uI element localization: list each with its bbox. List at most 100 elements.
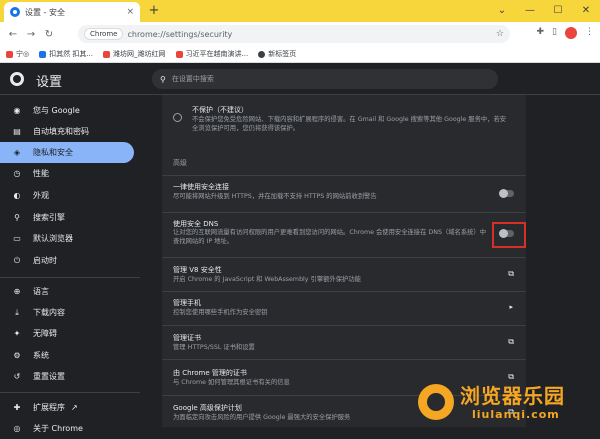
no-protection-desc: 不会保护您免受危险网站、下载内容和扩展程序的侵害。在 Gmail 和 Googl… [192,116,507,132]
sidebar-item-autofill[interactable]: ▤ 自动填充和密码 [0,121,134,142]
globe-icon [258,50,266,58]
clipboard-icon: ▤ [13,126,21,136]
sidebar-item-about[interactable]: ◎ 关于 Chrome [0,418,134,439]
back-arrow-icon[interactable]: ← [4,29,22,40]
row-title: Google 高级保护计划 [173,404,242,412]
sidebar-item-downloads[interactable]: ⤓ 下载内容 [0,302,134,323]
minimize-button[interactable]: — [516,0,544,22]
external-link-icon[interactable]: ⧉ [508,337,514,347]
security-settings-panel: 不保护（不建议） 不会保护您免受危险网站、下载内容和扩展程序的侵害。在 Gmai… [162,95,526,427]
https-toggle[interactable] [499,189,514,198]
row-desc: 让对您的互联网流量有访问权限的用户更难看到您访问的网站。Chrome 会使用安全… [173,229,487,245]
highlight-box [492,222,526,248]
bookmark-favicon-icon [6,50,13,58]
reset-icon: ↺ [13,371,21,381]
tab-title: 设置 - 安全 [25,7,65,17]
extensions-icon[interactable]: ✚ [537,27,545,39]
maximize-button[interactable]: ☐ [544,0,572,22]
page-title: 设置 [36,75,63,90]
advanced-section-label: 高级 [173,159,187,167]
sidebar-item-extensions[interactable]: ✚ 扩展程序 ↗ [0,397,134,418]
bookmark-star-icon[interactable]: ☆ [496,29,504,39]
globe-icon: ⊕ [13,286,21,296]
external-link-icon[interactable]: ⧉ [508,269,514,279]
toolbar-icons: ✚ ▯ ⋮ [537,27,594,39]
tab-settings-security[interactable]: 设置 - 安全 × [4,2,140,22]
profile-avatar[interactable] [565,27,577,39]
sidebar-item-privacy-security[interactable]: ◈ 隐私和安全 [0,142,134,163]
secure-dns-row[interactable]: 使用安全 DNS 让对您的互联网流量有访问权限的用户更难看到您访问的网站。Chr… [162,212,526,256]
palette-icon: ◐ [13,190,21,200]
row-desc: 管理 HTTPS/SSL 证书和设置 [173,344,255,351]
bookmark-favicon-icon [103,50,111,58]
bookmarks-bar: 宁◎ 扣其然 扣其... 潍坊网_潍坊红网 习近平在越南演讲... 新标签页 [0,46,600,63]
search-placeholder: 在设置中搜索 [171,75,214,83]
watermark-text: 浏览器乐园 [460,384,565,408]
bookmark-item[interactable]: 习近平在越南演讲... [175,49,248,59]
bookmark-item[interactable]: 宁◎ [6,49,29,59]
sidebar-item-reset[interactable]: ↺ 重置设置 [0,366,134,387]
row-desc: 开启 Chrome 的 JavaScript 和 WebAssembly 引擎额… [173,276,361,283]
search-icon: ⚲ [160,74,166,84]
forward-arrow-icon[interactable]: → [22,29,40,40]
search-icon: ⚲ [14,212,20,222]
bookmark-item[interactable]: 新标签页 [258,49,296,59]
sidebar-item-languages[interactable]: ⊕ 语言 [0,281,134,302]
watermark-url: liulanqi.com [472,408,560,421]
tab-search-icon[interactable]: ⌄ [488,0,516,22]
v8-security-row[interactable]: 管理 V8 安全性 开启 Chrome 的 JavaScript 和 WebAs… [162,257,526,291]
window-controls: ⌄ — ☐ ✕ [488,0,600,22]
tab-close-icon[interactable]: × [126,7,134,17]
browser-icon: ▭ [13,233,21,243]
settings-gear-icon [10,7,20,17]
row-title: 管理证书 [173,334,201,342]
menu-kebab-icon[interactable]: ⋮ [585,27,594,39]
side-panel-icon[interactable]: ▯ [552,27,557,39]
bookmark-item[interactable]: 扣其然 扣其... [39,49,93,59]
power-icon: ⏻ [13,255,21,265]
manage-phones-row[interactable]: 管理手机 控制您使用哪些手机作为安全密钥 ▸ [162,291,526,324]
chrome-icon: ◎ [13,423,21,433]
sidebar-item-system[interactable]: ⚙ 系统 [0,345,134,366]
chevron-right-icon[interactable]: ▸ [509,303,513,311]
sidebar-item-search-engine[interactable]: ⚲ 搜索引擎 [0,207,134,228]
manage-certificates-row[interactable]: 管理证书 管理 HTTPS/SSL 证书和设置 ⧉ [162,325,526,358]
no-protection-radio[interactable] [173,113,182,122]
chrome-chip: Chrome [84,28,124,40]
shield-icon: ◈ [13,147,21,157]
sidebar-divider [0,277,140,278]
wrench-icon: ⚙ [13,350,21,360]
sidebar-item-default-browser[interactable]: ▭ 默认浏览器 [0,228,134,249]
sidebar-item-on-startup[interactable]: ⏻ 启动时 [0,250,134,271]
row-title: 管理手机 [173,299,201,307]
settings-search-input[interactable]: ⚲ 在设置中搜索 [152,69,498,89]
bookmark-item[interactable]: 潍坊网_潍坊红网 [103,49,166,59]
puzzle-icon: ✚ [13,402,21,412]
sidebar-item-accessibility[interactable]: ✦ 无障碍 [0,323,134,344]
chrome-logo-icon [10,72,24,86]
row-title: 由 Chrome 管理的证书 [173,369,247,377]
close-window-button[interactable]: ✕ [572,0,600,22]
row-desc: 控制您使用哪些手机作为安全密钥 [173,309,268,316]
accessibility-icon: ✦ [13,328,21,338]
https-upgrade-row[interactable]: 一律使用安全连接 尽可能将网站升级到 HTTPS，并在加载不支持 HTTPS 的… [162,175,526,211]
browser-toolbar: ← → ↻ Chrome chrome://settings/security … [0,22,600,46]
row-title: 管理 V8 安全性 [173,266,222,274]
watermark: 浏览器乐园 liulanqi.com [416,380,600,427]
sidebar-item-performance[interactable]: ◷ 性能 [0,163,134,184]
sidebar-item-appearance[interactable]: ◐ 外观 [0,185,134,206]
url-text: chrome://settings/security [127,29,233,39]
reload-icon[interactable]: ↻ [40,29,58,40]
tab-strip: 设置 - 安全 × + ⌄ — ☐ ✕ [0,0,600,22]
bookmark-favicon-icon [175,50,183,58]
sidebar-item-you-and-google[interactable]: ◉ 您与 Google [0,100,134,121]
no-protection-title: 不保护（不建议） [192,106,248,114]
address-bar[interactable]: Chrome chrome://settings/security ☆ [78,25,510,43]
new-tab-button[interactable]: + [146,3,162,18]
bookmark-favicon-icon [39,50,47,58]
sidebar-divider [0,392,140,393]
download-icon: ⤓ [15,307,19,317]
person-icon: ◉ [13,105,21,115]
external-link-icon: ↗ [71,403,78,412]
settings-sidebar: ◉ 您与 Google ▤ 自动填充和密码 ◈ 隐私和安全 ◷ 性能 ◐ 外观 ⚲ 搜索引擎… [0,95,140,433]
